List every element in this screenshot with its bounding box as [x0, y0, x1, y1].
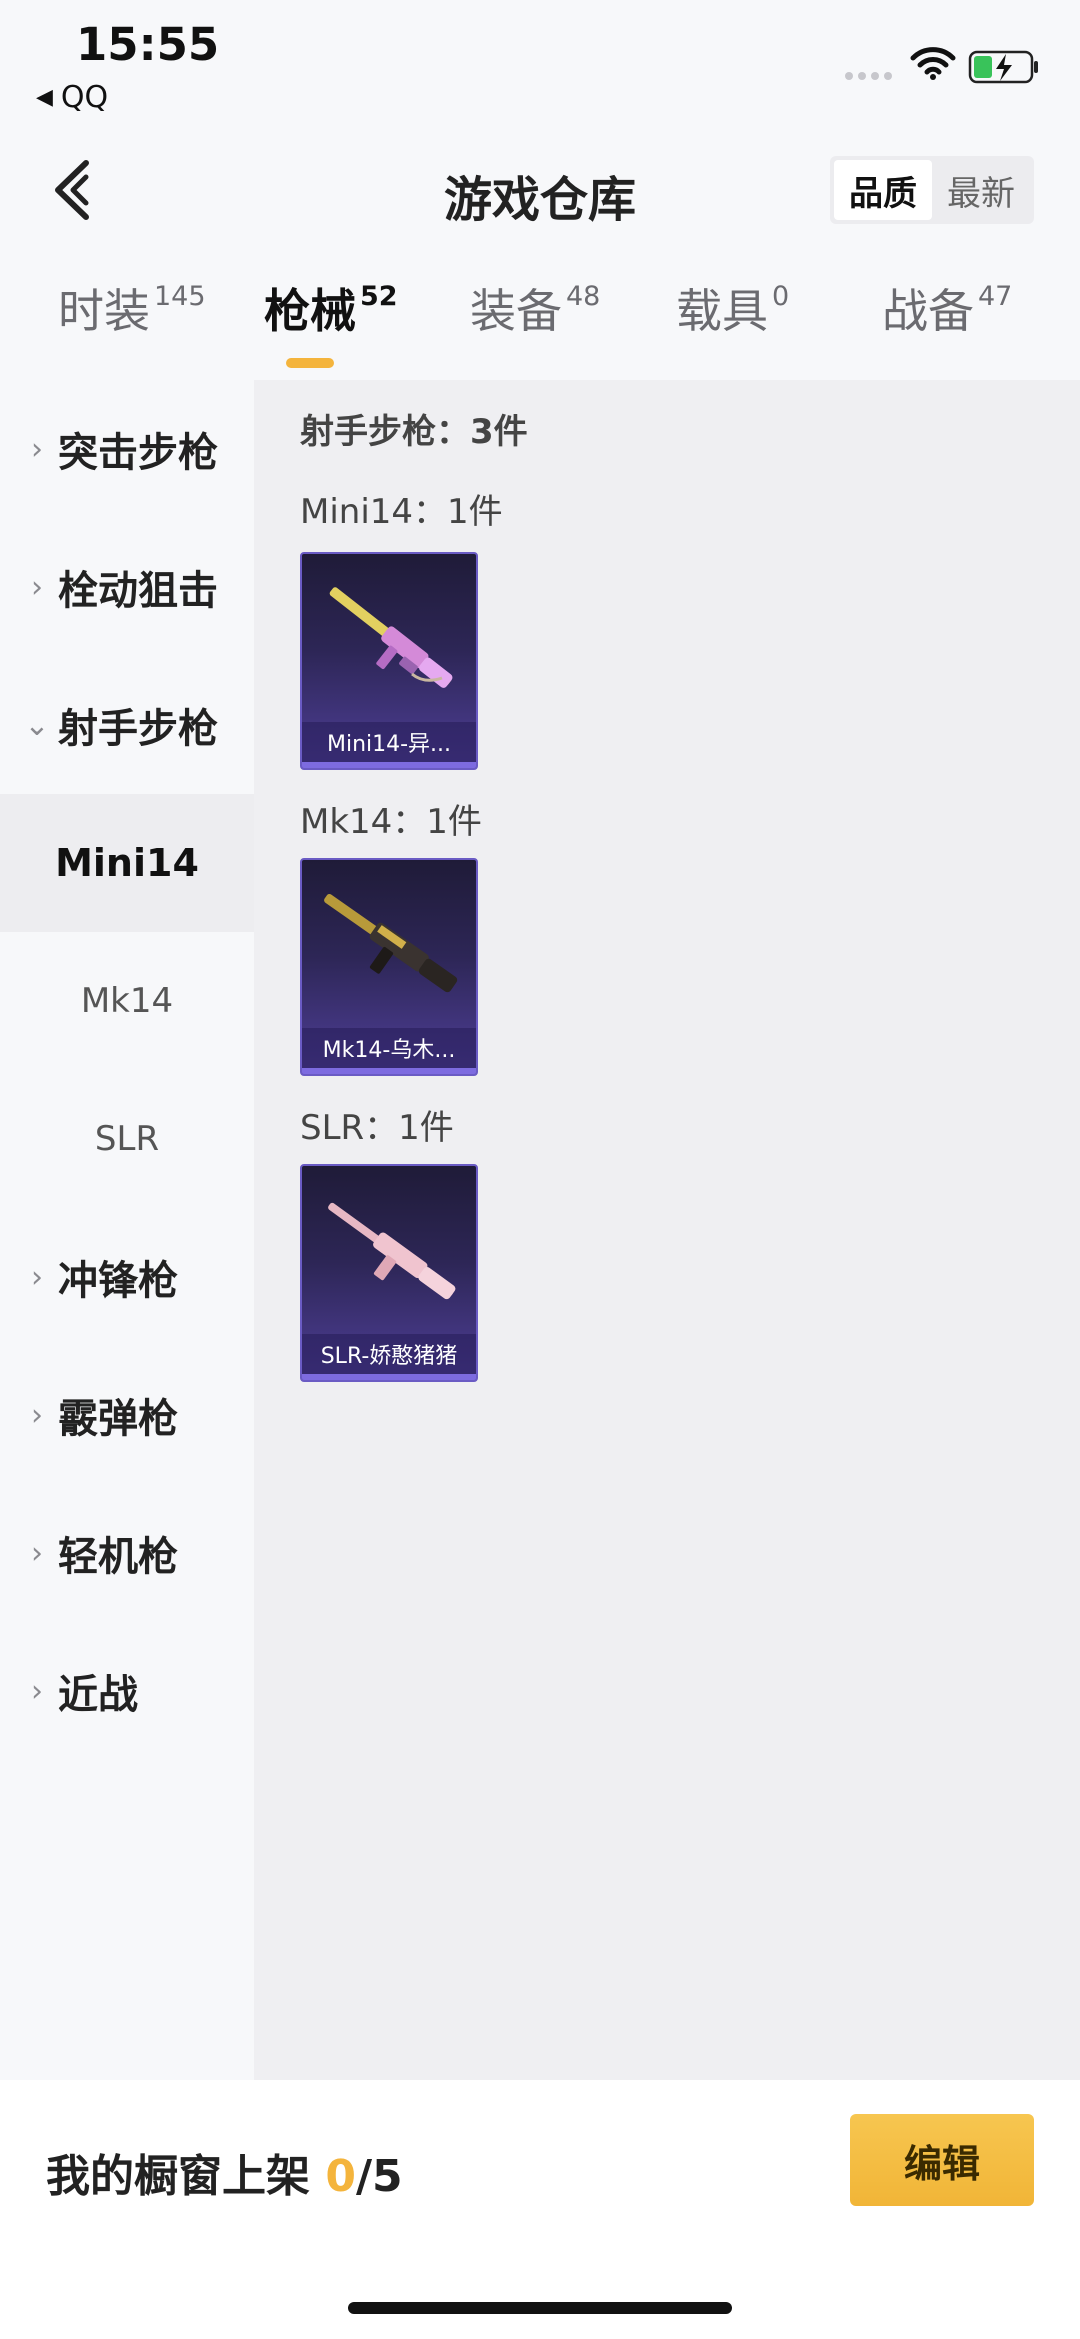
item-card-name: Mk14-乌木...	[302, 1028, 476, 1068]
chevron-right-icon: ›	[31, 1259, 43, 1295]
item-card-name: Mini14-异...	[302, 722, 476, 762]
wifi-icon	[910, 47, 956, 80]
sidebar-item-label: 栓动狙击	[58, 568, 218, 614]
mk14-skin-image	[324, 893, 458, 993]
category-sidebar: › 突击步枪 › 栓动狙击 ⌄ 射手步枪 Mini14 Mk14 SLR › 冲…	[0, 380, 254, 2080]
tab-label: 枪械	[264, 284, 356, 338]
sidebar-sub-slr[interactable]: SLR	[0, 1070, 254, 1208]
tab-count: 48	[566, 281, 601, 312]
tab-fashion[interactable]: 时装 145	[58, 275, 206, 341]
mini14-skin-image	[329, 587, 453, 688]
sidebar-item-lmg[interactable]: › 轻机枪	[0, 1484, 254, 1622]
showcase-status: 我的橱窗上架 0/5	[46, 2140, 403, 2204]
tab-equipment[interactable]: 装备 48	[470, 275, 600, 341]
tab-count: 52	[360, 281, 398, 312]
tab-count: 145	[154, 281, 206, 312]
item-content-panel: 射手步枪：3件 Mini14：1件 Mini14-异... Mk14：1件 Mk…	[254, 380, 1080, 2080]
edit-button[interactable]: 编辑	[850, 2114, 1034, 2206]
group-title: Mini14：1件	[300, 492, 503, 532]
sidebar-item-assault-rifle[interactable]: › 突击步枪	[0, 380, 254, 518]
status-bar: 15:55 ◀ QQ	[0, 0, 1080, 125]
chevron-right-icon: ›	[31, 431, 43, 467]
chevron-right-icon: ›	[31, 569, 43, 605]
sidebar-item-label: 突击步枪	[58, 430, 218, 476]
bottom-bar: 我的橱窗上架 0/5 编辑	[0, 2080, 1080, 2339]
rarity-bar	[302, 1068, 476, 1074]
sidebar-item-smg[interactable]: › 冲锋枪	[0, 1208, 254, 1346]
sidebar-item-dmr[interactable]: ⌄ 射手步枪	[0, 656, 254, 794]
status-time: 15:55	[76, 18, 220, 71]
sort-newest-option[interactable]: 最新	[932, 160, 1030, 220]
tab-label: 时装	[58, 284, 150, 338]
chevron-right-icon: ›	[31, 1397, 43, 1433]
cellular-signal-icon	[845, 72, 892, 80]
sidebar-item-label: 轻机枪	[58, 1534, 178, 1580]
sidebar-item-label: 冲锋枪	[58, 1258, 178, 1304]
chevron-down-icon: ⌄	[24, 707, 50, 743]
group-title: SLR：1件	[300, 1108, 454, 1148]
tab-label: 装备	[470, 284, 562, 338]
sidebar-item-melee[interactable]: › 近战	[0, 1622, 254, 1760]
sort-switch: 品质 最新	[830, 156, 1034, 224]
tab-label: 载具	[676, 284, 768, 338]
tab-count: 47	[978, 281, 1013, 312]
tab-label: 战备	[882, 284, 974, 338]
item-card-mini14[interactable]: Mini14-异...	[300, 552, 478, 770]
active-tab-indicator	[286, 358, 334, 368]
group-title: Mk14：1件	[300, 802, 482, 842]
sidebar-item-bolt-sniper[interactable]: › 栓动狙击	[0, 518, 254, 656]
showcase-total: /5	[355, 2151, 403, 2202]
back-triangle-icon: ◀	[36, 85, 53, 110]
battery-charging-icon	[968, 50, 1038, 84]
tab-supplies[interactable]: 战备 47	[882, 275, 1012, 341]
item-card-name: SLR-娇憨猪猪	[302, 1334, 476, 1374]
sidebar-item-label: 射手步枪	[58, 706, 218, 752]
item-card-slr[interactable]: SLR-娇憨猪猪	[300, 1164, 478, 1382]
sidebar-item-label: 近战	[58, 1672, 138, 1718]
item-card-mk14[interactable]: Mk14-乌木...	[300, 858, 478, 1076]
showcase-count: 0	[325, 2151, 356, 2202]
rarity-bar	[302, 762, 476, 768]
tab-vehicles[interactable]: 载具 0	[676, 275, 789, 341]
sidebar-item-label: 霰弹枪	[58, 1396, 178, 1442]
sidebar-item-shotgun[interactable]: › 霰弹枪	[0, 1346, 254, 1484]
tab-count: 0	[772, 281, 790, 312]
chevron-right-icon: ›	[31, 1535, 43, 1571]
rarity-bar	[302, 1374, 476, 1380]
sidebar-sub-mk14[interactable]: Mk14	[0, 932, 254, 1070]
section-title: 射手步枪：3件	[300, 412, 528, 452]
back-to-app-link[interactable]: ◀ QQ	[36, 80, 108, 115]
sort-quality-option[interactable]: 品质	[834, 160, 932, 220]
category-tabs: 时装 145 枪械 52 装备 48 载具 0 战备 47	[0, 275, 1080, 375]
sidebar-sub-mini14[interactable]: Mini14	[0, 794, 254, 932]
chevron-right-icon: ›	[31, 1673, 43, 1709]
showcase-label: 我的橱窗上架	[46, 2151, 310, 2202]
tab-guns[interactable]: 枪械 52	[264, 275, 398, 341]
slr-skin-image	[328, 1202, 456, 1300]
back-app-label: QQ	[60, 80, 109, 115]
home-indicator[interactable]	[348, 2302, 732, 2314]
